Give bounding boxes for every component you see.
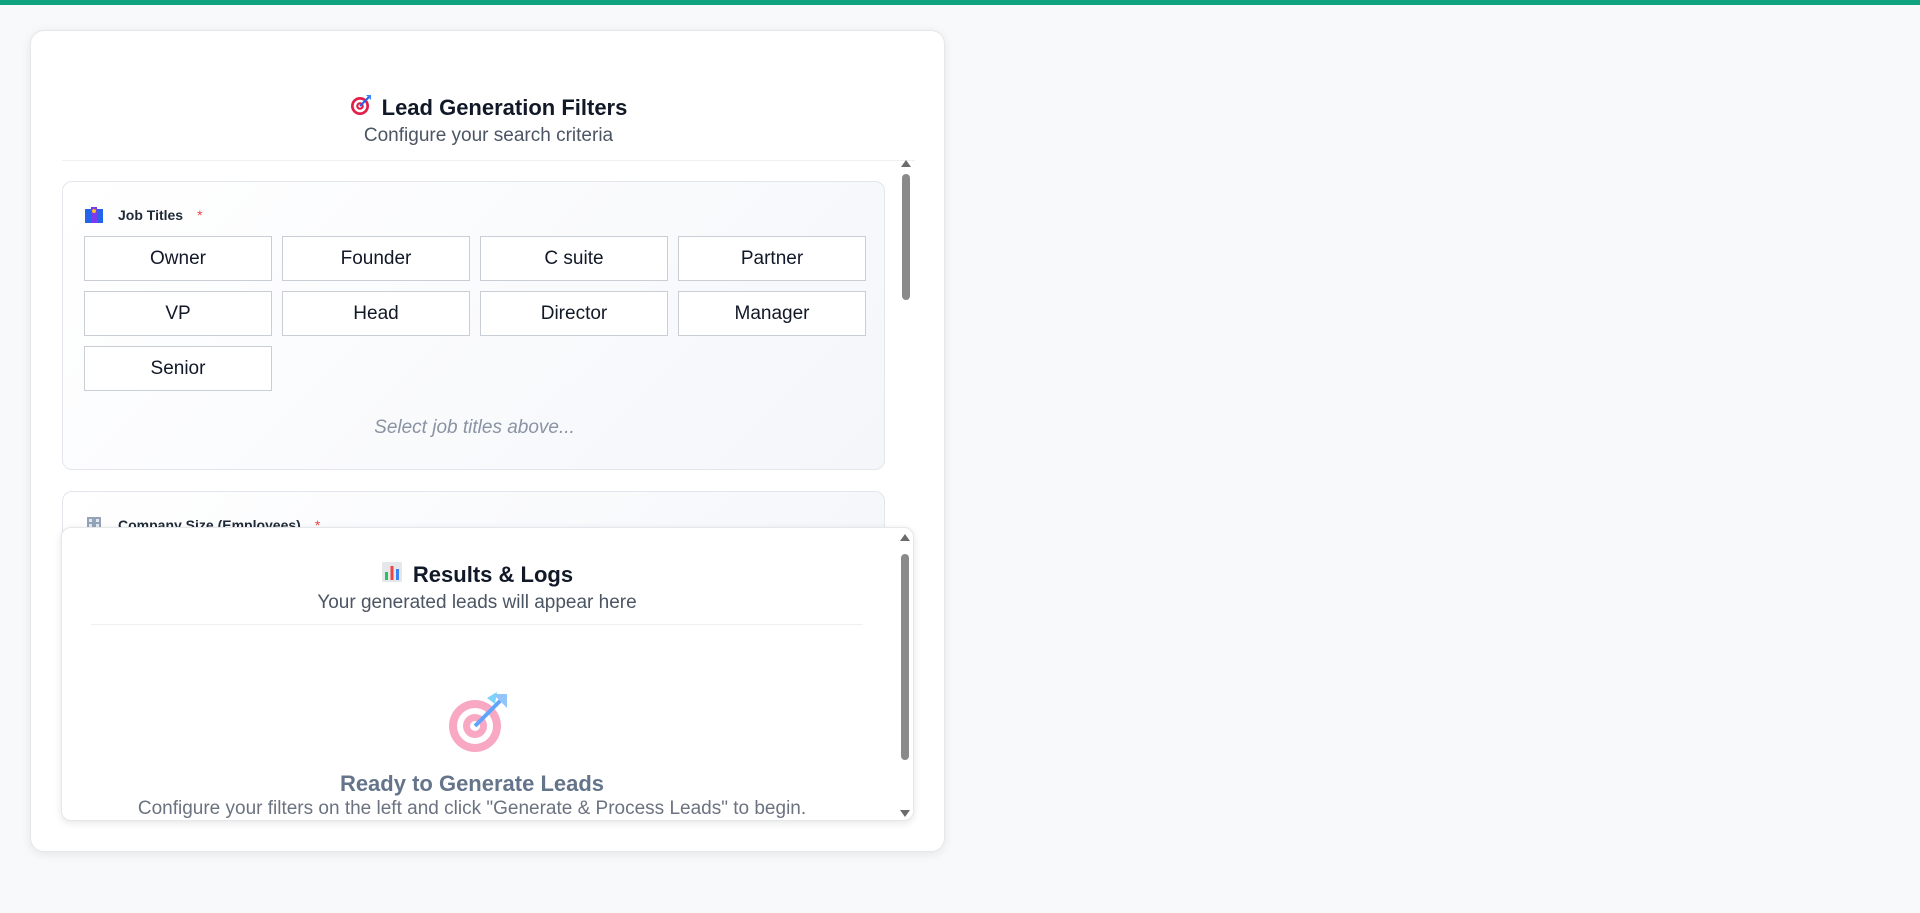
results-title-row: Results & Logs bbox=[91, 561, 863, 589]
target-dart-icon bbox=[447, 690, 511, 754]
job-title-option-vp[interactable]: VP bbox=[84, 291, 272, 336]
scroll-up-arrow-icon[interactable] bbox=[900, 534, 910, 541]
job-titles-placeholder: Select job titles above... bbox=[374, 417, 575, 438]
bar-chart-icon bbox=[381, 561, 403, 589]
empty-state-description: Configure your filters on the left and c… bbox=[137, 798, 807, 819]
people-group-icon bbox=[84, 206, 104, 224]
job-titles-card: Job Titles * Owner Founder C suite Partn… bbox=[62, 181, 885, 470]
job-titles-label: Job Titles bbox=[118, 207, 184, 223]
job-title-option-partner[interactable]: Partner bbox=[678, 236, 866, 281]
job-title-option-senior[interactable]: Senior bbox=[84, 346, 272, 391]
job-title-option-owner[interactable]: Owner bbox=[84, 236, 272, 281]
filters-title-row: Lead Generation Filters bbox=[62, 94, 915, 122]
filters-subtitle: Configure your search criteria bbox=[363, 125, 614, 146]
results-subtitle: Your generated leads will appear here bbox=[317, 592, 637, 613]
results-panel[interactable]: Results & Logs Your generated leads will… bbox=[61, 527, 914, 821]
results-header: Results & Logs Your generated leads will… bbox=[91, 528, 863, 625]
scroll-up-arrow-icon[interactable] bbox=[901, 160, 911, 167]
job-titles-label-row: Job Titles * bbox=[84, 206, 203, 224]
required-mark: * bbox=[197, 207, 203, 223]
scrollbar-thumb[interactable] bbox=[901, 554, 909, 760]
filters-scroll-area[interactable]: Job Titles * Owner Founder C suite Partn… bbox=[62, 181, 885, 555]
scrollbar-thumb[interactable] bbox=[902, 174, 910, 300]
top-accent-bar bbox=[0, 0, 1920, 5]
job-title-option-c-suite[interactable]: C suite bbox=[480, 236, 668, 281]
filters-header: Lead Generation Filters Configure your s… bbox=[62, 63, 915, 161]
results-title: Results & Logs bbox=[412, 562, 574, 587]
job-title-option-founder[interactable]: Founder bbox=[282, 236, 470, 281]
scroll-down-arrow-icon[interactable] bbox=[900, 810, 910, 817]
job-titles-options: Owner Founder C suite Partner VP Head Di… bbox=[84, 236, 866, 391]
job-title-option-director[interactable]: Director bbox=[480, 291, 668, 336]
empty-state-title: Ready to Generate Leads bbox=[339, 771, 605, 796]
results-scrollbar[interactable] bbox=[898, 532, 912, 820]
filters-title: Lead Generation Filters bbox=[381, 95, 628, 120]
job-title-option-manager[interactable]: Manager bbox=[678, 291, 866, 336]
job-title-option-head[interactable]: Head bbox=[282, 291, 470, 336]
target-dart-icon bbox=[350, 94, 372, 122]
filters-scrollbar[interactable] bbox=[899, 156, 913, 556]
